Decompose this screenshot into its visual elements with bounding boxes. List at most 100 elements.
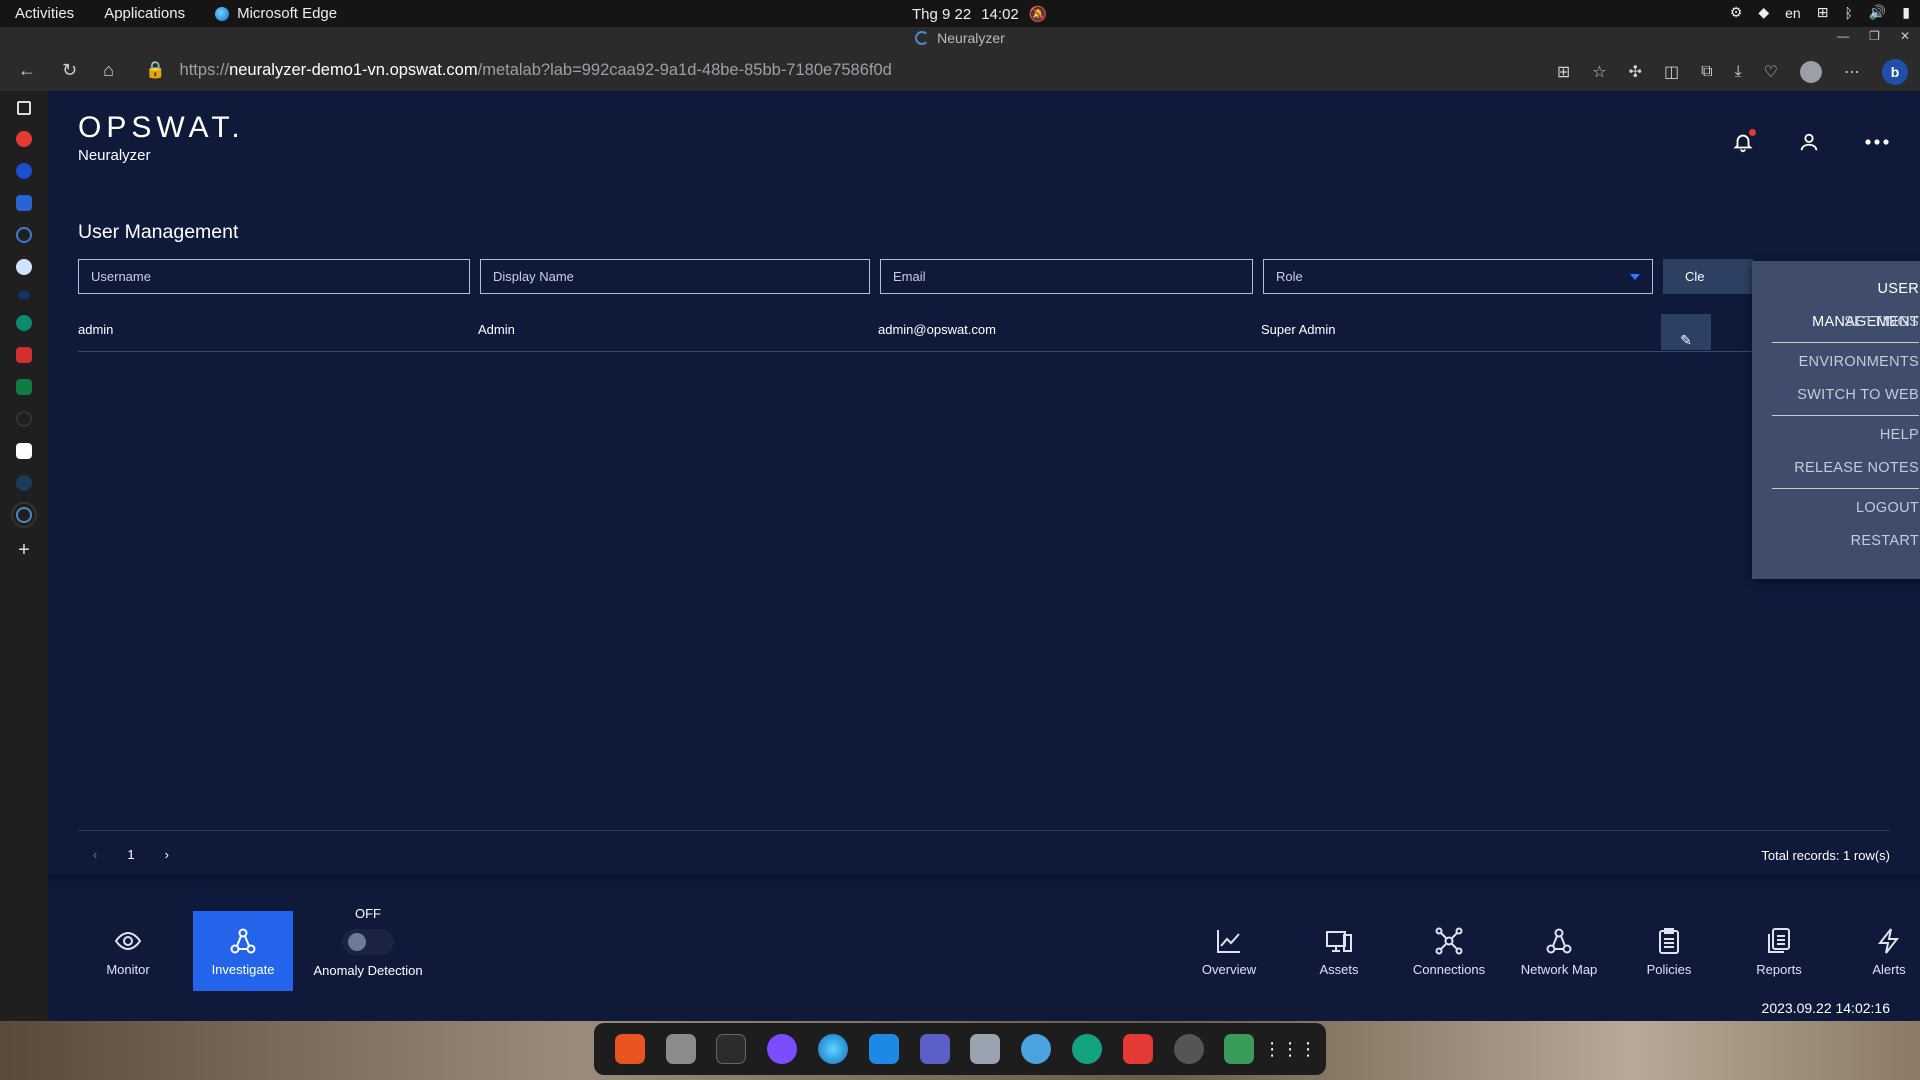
tab-icon-blue[interactable] — [16, 163, 32, 179]
menu-item-release-notes[interactable]: RELEASE NOTES — [1772, 452, 1919, 485]
app-available-icon[interactable]: ⊞ — [1557, 62, 1570, 82]
next-page-chevron-icon[interactable]: › — [165, 847, 169, 862]
opswat-logo[interactable]: OPSWAT. Neuralyzer — [78, 111, 245, 164]
menu-item-help[interactable]: HELP — [1772, 419, 1919, 452]
system-clock[interactable]: Thg 9 22 14:02 🔕 — [912, 5, 1048, 24]
trash-icon[interactable] — [1224, 1034, 1255, 1064]
reload-icon[interactable]: ↻ — [62, 60, 77, 81]
current-page[interactable]: 1 — [127, 847, 134, 862]
system-tray[interactable]: ⚙ ◆ en ⊞ ᛒ 🔊 ▮ — [1730, 4, 1910, 21]
notifications-bell-icon[interactable] — [1732, 129, 1756, 159]
username-input[interactable] — [91, 269, 457, 284]
close-icon[interactable]: ✕ — [1900, 29, 1910, 43]
active-tab-icon[interactable] — [11, 502, 37, 528]
email-input[interactable] — [893, 269, 1240, 284]
wikipedia-tab-icon[interactable] — [16, 443, 32, 459]
more-options-icon[interactable]: ⋯ — [1844, 62, 1860, 82]
home-icon[interactable]: ⌂ — [103, 60, 114, 81]
pdf-tab-icon[interactable] — [16, 347, 32, 363]
more-menu-icon[interactable] — [1864, 131, 1890, 159]
nav-policies[interactable]: Policies — [1619, 911, 1719, 991]
email-filter[interactable] — [880, 259, 1253, 294]
minimize-icon[interactable]: — — [1837, 29, 1849, 43]
nav-reports[interactable]: Reports — [1729, 911, 1829, 991]
react-tab-icon[interactable] — [16, 475, 32, 491]
split-screen-icon[interactable]: ◫ — [1664, 62, 1679, 82]
lock-icon[interactable]: 🔒 — [145, 61, 166, 80]
show-apps-grid-icon[interactable]: ⋮⋮⋮ — [1263, 1034, 1317, 1064]
anomaly-detection-toggle[interactable] — [342, 929, 394, 955]
browser-essentials-icon[interactable]: ♡ — [1764, 62, 1778, 82]
table-row[interactable]: admin Admin admin@opswat.com Super Admin… — [78, 304, 1778, 352]
menu-item-environments[interactable]: ENVIRONMENTS — [1772, 346, 1919, 379]
cell-email: admin@opswat.com — [878, 322, 996, 337]
menu-item-logout[interactable]: LOGOUT — [1772, 492, 1919, 525]
favorite-star-icon[interactable]: ☆ — [1592, 62, 1606, 82]
loading-tab-icon[interactable] — [16, 227, 32, 243]
sublime-icon[interactable] — [1122, 1034, 1153, 1064]
tab-actions-icon[interactable] — [17, 101, 31, 115]
display-name-filter[interactable] — [480, 259, 870, 294]
pager-divider — [78, 830, 1890, 831]
vscode-icon[interactable] — [868, 1034, 899, 1064]
edit-user-button[interactable]: ✎ — [1661, 314, 1711, 350]
product-name: Neuralyzer — [78, 147, 151, 164]
downloads-icon[interactable]: ⤓ — [1735, 63, 1742, 81]
restore-icon[interactable]: ❐ — [1869, 29, 1880, 43]
xmind-icon[interactable] — [1071, 1034, 1102, 1064]
tab-icon-dark[interactable] — [16, 411, 32, 427]
nav-monitor[interactable]: Monitor — [78, 911, 178, 991]
username-filter[interactable] — [78, 259, 470, 294]
collections-icon[interactable]: ⧉ — [1701, 63, 1712, 81]
menu-item-user-management[interactable]: USER MANAGEMENT — [1772, 273, 1919, 330]
tab-icon-circle[interactable] — [16, 259, 32, 275]
terminal-icon[interactable] — [716, 1034, 747, 1064]
applications-button[interactable]: Applications — [89, 5, 200, 22]
files-icon[interactable] — [665, 1034, 696, 1064]
virtualbox-icon[interactable] — [970, 1034, 1001, 1064]
teams-icon[interactable] — [919, 1034, 950, 1064]
nav-alerts[interactable]: Alerts — [1839, 911, 1920, 991]
role-select-value: Role — [1276, 269, 1303, 284]
keyboard-language[interactable]: en — [1785, 5, 1801, 21]
prev-page-chevron-icon[interactable]: ‹ — [93, 847, 97, 862]
activities-button[interactable]: Activities — [0, 5, 89, 22]
youtube-tab-icon[interactable] — [16, 131, 32, 147]
teamcity-tab-icon[interactable] — [16, 379, 32, 395]
active-app-indicator[interactable]: Microsoft Edge — [200, 5, 352, 22]
nav-assets[interactable]: Assets — [1289, 911, 1389, 991]
app-center-icon[interactable] — [614, 1034, 645, 1064]
bing-copilot-icon[interactable]: b — [1882, 59, 1908, 85]
total-records: Total records: 1 row(s) — [1761, 848, 1890, 863]
nav-connections[interactable]: Connections — [1399, 911, 1499, 991]
new-tab-plus-icon[interactable]: + — [18, 539, 30, 562]
settings-icon[interactable] — [1173, 1034, 1204, 1064]
display-name-input[interactable] — [493, 269, 857, 284]
obsidian-icon[interactable] — [767, 1034, 798, 1064]
user-account-icon[interactable] — [1798, 131, 1820, 159]
address-bar[interactable]: 🔒 https://neuralyzer-demo1-vn.opswat.com… — [145, 55, 1485, 85]
nav-network-map-label: Network Map — [1520, 961, 1598, 977]
nav-investigate[interactable]: Investigate — [193, 911, 293, 991]
wifi-tab-icon[interactable] — [18, 291, 30, 299]
teams-tray-icon: ◆ — [1758, 4, 1770, 20]
menu-item-settings[interactable]: SETTINGS — [1772, 306, 1919, 339]
clear-button[interactable]: Cle — [1663, 259, 1753, 294]
nav-overview[interactable]: Overview — [1179, 911, 1279, 991]
role-select[interactable]: Role — [1263, 259, 1653, 294]
pocket-tab-icon[interactable] — [16, 195, 32, 211]
nav-connections-label: Connections — [1412, 961, 1486, 977]
back-arrow-icon[interactable]: ← — [18, 60, 36, 81]
activities-label: Activities — [15, 5, 75, 22]
extensions-icon[interactable]: ✣ — [1629, 62, 1642, 82]
menu-item-switch-to-web[interactable]: SWITCH TO WEB — [1772, 379, 1919, 412]
chart-line-icon — [1217, 929, 1240, 953]
notifications-muted-icon: 🔕 — [1028, 6, 1048, 23]
clipboard-icon — [1659, 927, 1679, 954]
sharepoint-tab-icon[interactable] — [16, 315, 32, 331]
menu-item-restart[interactable]: RESTART — [1772, 525, 1919, 558]
remmina-icon[interactable] — [1021, 1034, 1052, 1064]
nav-network-map[interactable]: Network Map — [1509, 911, 1609, 991]
edge-browser-icon[interactable] — [817, 1034, 848, 1064]
profile-avatar[interactable] — [1800, 61, 1822, 83]
